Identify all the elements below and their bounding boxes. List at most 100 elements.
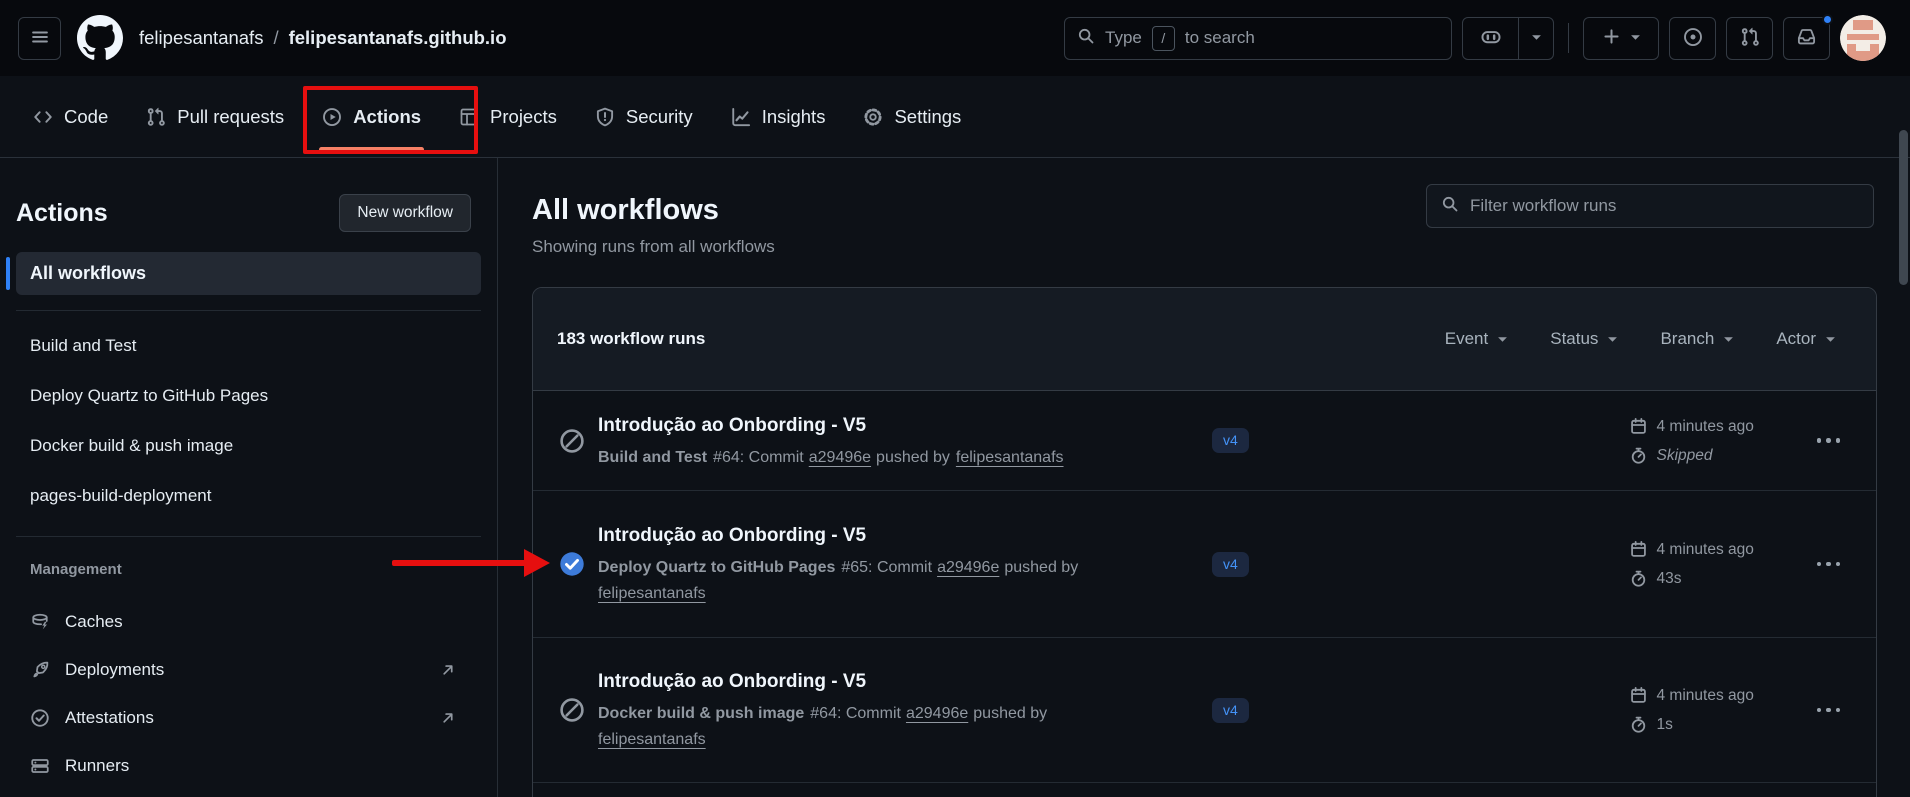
sidebar-item-attestations[interactable]: Attestations bbox=[0, 694, 497, 742]
run-options-kebab-button[interactable] bbox=[1815, 556, 1843, 573]
run-number-text: #64: Commit bbox=[713, 449, 804, 466]
run-options-kebab-button[interactable] bbox=[1815, 432, 1843, 449]
app-header: felipesantanafs / felipesantanafs.github… bbox=[0, 0, 1910, 76]
calendar-icon bbox=[1629, 540, 1648, 559]
page-subtitle: Showing runs from all workflows bbox=[532, 237, 1874, 257]
sidebar-item-caches[interactable]: Caches bbox=[0, 598, 497, 646]
github-mark-icon bbox=[77, 15, 123, 61]
skipped-icon bbox=[559, 428, 585, 454]
success-check-icon bbox=[559, 551, 585, 577]
server-icon bbox=[30, 756, 50, 776]
actor-link[interactable]: felipesantanafs bbox=[598, 585, 706, 602]
filter-dropdown-actor[interactable]: Actor bbox=[1776, 329, 1836, 349]
actions-sidebar: Actions New workflow All workflows Build… bbox=[0, 158, 498, 797]
vertical-scrollbar[interactable] bbox=[1899, 130, 1908, 285]
notifications-inbox-button[interactable] bbox=[1783, 17, 1830, 60]
sidebar-item-deployments[interactable]: Deployments bbox=[0, 646, 497, 694]
run-title-link[interactable]: Introdução ao Onbording - V5 bbox=[598, 411, 1138, 441]
external-link-icon bbox=[439, 661, 457, 679]
external-link-icon bbox=[439, 709, 457, 727]
copilot-button[interactable] bbox=[1462, 17, 1554, 60]
github-actions-page: felipesantanafs / felipesantanafs.github… bbox=[0, 0, 1910, 797]
caret-down-icon bbox=[1825, 334, 1836, 345]
filter-workflow-runs-input[interactable]: Filter workflow runs bbox=[1426, 184, 1874, 228]
breadcrumb: felipesantanafs / felipesantanafs.github… bbox=[139, 27, 507, 49]
hamburger-icon bbox=[30, 27, 50, 50]
breadcrumb-separator: / bbox=[273, 27, 278, 49]
tab-security[interactable]: Security bbox=[576, 76, 712, 157]
sidebar-item-all-workflows[interactable]: All workflows bbox=[16, 252, 481, 295]
run-duration: 1s bbox=[1657, 710, 1673, 739]
tab-actions[interactable]: Actions bbox=[303, 76, 440, 157]
run-options-kebab-button[interactable] bbox=[1815, 702, 1843, 719]
hamburger-menu-button[interactable] bbox=[18, 17, 61, 60]
slash-key-hint: / bbox=[1152, 26, 1175, 51]
github-logo[interactable] bbox=[77, 15, 123, 61]
tab-code[interactable]: Code bbox=[14, 76, 127, 157]
commit-link[interactable]: a29496e bbox=[906, 705, 968, 722]
workflow-name: Docker build & push image bbox=[598, 705, 804, 722]
filter-dropdown-event[interactable]: Event bbox=[1445, 329, 1508, 349]
user-avatar[interactable] bbox=[1840, 15, 1886, 61]
tab-settings[interactable]: Settings bbox=[844, 76, 980, 157]
pushed-by-text: pushed by bbox=[876, 449, 950, 466]
tab-insights[interactable]: Insights bbox=[712, 76, 845, 157]
play-circle-icon bbox=[322, 107, 342, 127]
tab-projects[interactable]: Projects bbox=[440, 76, 576, 157]
commit-link[interactable]: a29496e bbox=[809, 449, 871, 466]
stopwatch-icon bbox=[1629, 715, 1648, 734]
version-badge: v4 bbox=[1212, 428, 1249, 453]
actor-link[interactable]: felipesantanafs bbox=[956, 449, 1064, 466]
issue-opened-icon bbox=[1683, 27, 1703, 50]
git-pull-request-icon bbox=[1740, 27, 1760, 50]
header-actions: Type / to search bbox=[1064, 15, 1886, 61]
rocket-icon bbox=[30, 660, 50, 680]
commit-link[interactable]: a29496e bbox=[937, 559, 999, 576]
global-search-input[interactable]: Type / to search bbox=[1064, 17, 1452, 60]
filter-dropdown-branch[interactable]: Branch bbox=[1660, 329, 1734, 349]
run-duration: Skipped bbox=[1657, 441, 1713, 470]
breadcrumb-owner-link[interactable]: felipesantanafs bbox=[139, 27, 263, 49]
sidebar-item-usage-metrics[interactable]: Usage metrics bbox=[0, 790, 497, 797]
run-time: 4 minutes ago bbox=[1657, 412, 1754, 441]
tab-pull-requests[interactable]: Pull requests bbox=[127, 76, 303, 157]
filter-dropdown-status[interactable]: Status bbox=[1550, 329, 1618, 349]
sidebar-workflow-item[interactable]: Build and Test bbox=[0, 321, 497, 371]
caret-down-icon bbox=[1607, 334, 1618, 345]
sidebar-workflow-item[interactable]: pages-build-deployment bbox=[0, 471, 497, 521]
search-icon bbox=[1077, 27, 1095, 50]
sidebar-title: Actions bbox=[16, 199, 108, 228]
workflow-list: Build and TestDeploy Quartz to GitHub Pa… bbox=[0, 311, 497, 521]
search-icon bbox=[1441, 195, 1459, 218]
stopwatch-icon bbox=[1629, 446, 1648, 465]
version-badge: v4 bbox=[1212, 698, 1249, 723]
caret-down-icon bbox=[1723, 334, 1734, 345]
workflow-runs-card: 183 workflow runs Event Status Branch Ac… bbox=[532, 287, 1877, 797]
search-placeholder-tail: to search bbox=[1185, 28, 1255, 48]
new-workflow-button[interactable]: New workflow bbox=[339, 194, 471, 232]
run-time: 4 minutes ago bbox=[1657, 681, 1754, 710]
pull-request-icon bbox=[146, 107, 166, 127]
actor-link[interactable]: felipesantanafs bbox=[598, 731, 706, 748]
management-section-label: Management bbox=[0, 537, 497, 588]
run-title-link[interactable]: Introdução ao Onbording - V5 bbox=[598, 667, 1138, 697]
sidebar-item-runners[interactable]: Runners bbox=[0, 742, 497, 790]
runs-count-label: 183 workflow runs bbox=[557, 329, 705, 349]
main-content: All workflows Showing runs from all work… bbox=[498, 158, 1910, 797]
shield-icon bbox=[595, 107, 615, 127]
chevron-down-icon bbox=[1531, 31, 1542, 46]
sidebar-workflow-item[interactable]: Docker build & push image bbox=[0, 421, 497, 471]
run-number-text: #65: Commit bbox=[841, 559, 932, 576]
workflow-run-row: Introdução ao Onbording - V5 Build and T… bbox=[533, 391, 1876, 491]
issues-button[interactable] bbox=[1669, 17, 1716, 60]
sidebar-workflow-item[interactable]: Deploy Quartz to GitHub Pages bbox=[0, 371, 497, 421]
run-title-link[interactable]: Introdução ao Onbording - V5 bbox=[598, 521, 1138, 551]
version-badge: v4 bbox=[1212, 552, 1249, 577]
pull-requests-button[interactable] bbox=[1726, 17, 1773, 60]
create-new-button[interactable] bbox=[1583, 17, 1659, 60]
code-icon bbox=[33, 107, 53, 127]
breadcrumb-repo-link[interactable]: felipesantanafs.github.io bbox=[289, 27, 507, 49]
caret-down-icon bbox=[1497, 334, 1508, 345]
run-duration: 43s bbox=[1657, 564, 1682, 593]
header-divider bbox=[1568, 23, 1569, 53]
